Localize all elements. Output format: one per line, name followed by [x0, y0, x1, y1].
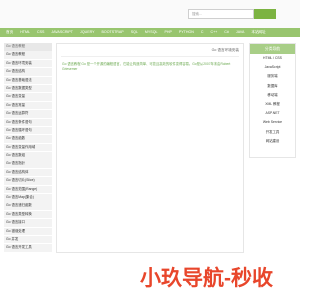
- sidebar-item[interactable]: Go 语言运算符: [4, 110, 52, 118]
- sidebar-item[interactable]: Go 语言教程: [4, 51, 52, 59]
- sidebar-item[interactable]: Go 语言指针: [4, 160, 52, 168]
- sidebar-item[interactable]: Go 语言数据类型: [4, 84, 52, 93]
- nav-item[interactable]: JAVA: [236, 28, 244, 37]
- article-text: Go 语言教程 Go 是一个开源的编程语言，它能让构造简单、可靠且高效的软件变得…: [62, 62, 231, 71]
- page-title: Go 语言环境安装: [211, 48, 239, 52]
- sidebar-item[interactable]: Go 语言环境安装: [4, 59, 52, 68]
- sidebar-item[interactable]: Go 错误处理: [4, 227, 52, 236]
- nav-item[interactable]: JAVASCRIPT: [51, 28, 73, 37]
- sidebar-item[interactable]: Go 语言类型转换: [4, 210, 52, 219]
- category-item[interactable]: HTML / CSS: [250, 54, 295, 63]
- sidebar-item[interactable]: Go 语言范围(Range): [4, 185, 52, 194]
- sidebar-item[interactable]: Go 语言递归函数: [4, 202, 52, 210]
- nav-item[interactable]: PYTHON: [179, 28, 194, 37]
- search-button[interactable]: [254, 9, 276, 19]
- sidebar-item[interactable]: Go 语言结构体: [4, 168, 52, 177]
- category-nav: 分类导航 HTML / CSS JavaScript 服务端 数据库 移动端 XML 教程…: [249, 43, 296, 158]
- search-input[interactable]: 搜索...: [188, 9, 254, 19]
- nav-item[interactable]: JQUERY: [80, 28, 95, 37]
- category-item[interactable]: 开发工具: [250, 128, 295, 137]
- divider: [61, 56, 239, 57]
- category-heading: 分类导航: [250, 44, 295, 54]
- sidebar-item[interactable]: Go 语言开发工具: [4, 244, 52, 252]
- category-item[interactable]: 网站建设: [250, 137, 295, 146]
- sidebar-item[interactable]: Go 语言数组: [4, 152, 52, 160]
- category-item[interactable]: Web Service: [250, 118, 295, 127]
- category-item[interactable]: XML 教程: [250, 100, 295, 109]
- main-content: Go 语言环境安装 Go 语言教程 Go 是一个开源的编程语言，它能让构造简单、…: [56, 43, 244, 253]
- nav-item[interactable]: BOOTSTRAP: [102, 28, 124, 37]
- sidebar-item[interactable]: Go 语言变量: [4, 93, 52, 101]
- category-item[interactable]: 服务端: [250, 72, 295, 81]
- sidebar-item[interactable]: Go 语言函数: [4, 135, 52, 143]
- nav-item[interactable]: CSS: [37, 28, 44, 37]
- nav-item[interactable]: C#: [224, 28, 229, 37]
- sidebar-item[interactable]: Go 语言变量作用域: [4, 143, 52, 152]
- sidebar-item[interactable]: Go 语言基础语法: [4, 76, 52, 85]
- sidebar-item[interactable]: Go 语言Map(集合): [4, 194, 52, 202]
- sidebar-item[interactable]: Go 语言条件语句: [4, 118, 52, 127]
- sidebar-item[interactable]: Go 并发: [4, 235, 52, 244]
- nav-item[interactable]: 首页: [6, 28, 13, 37]
- nav-item[interactable]: C++: [210, 28, 217, 37]
- sidebar-item[interactable]: Go 语言常量: [4, 101, 52, 110]
- category-item[interactable]: JavaScript: [250, 63, 295, 72]
- nav-item[interactable]: C: [201, 28, 204, 37]
- main-nav: 首页 HTML CSS JAVASCRIPT JQUERY BOOTSTRAP SQL MYS…: [0, 28, 300, 37]
- nav-item[interactable]: MYSQL: [145, 28, 158, 37]
- sidebar-heading: Go 语言教程: [4, 43, 52, 51]
- sidebar-item[interactable]: Go 语言切片(Slice): [4, 177, 52, 185]
- watermark: 小玖导航-秒收: [140, 267, 273, 290]
- sidebar-item[interactable]: Go 语言循环语句: [4, 126, 52, 135]
- nav-item[interactable]: PHP: [165, 28, 172, 37]
- category-item[interactable]: ASP.NET: [250, 109, 295, 118]
- sidebar: Go 语言教程 Go 语言教程 Go 语言环境安装 Go 语言结构 Go 语言基础语法 G…: [4, 43, 52, 253]
- category-item[interactable]: 数据库: [250, 82, 295, 91]
- category-item[interactable]: 移动端: [250, 91, 295, 100]
- top-header: 搜索...: [0, 0, 300, 28]
- nav-item[interactable]: 本站网址: [251, 28, 265, 37]
- sidebar-item[interactable]: Go 语言结构: [4, 68, 52, 76]
- nav-item[interactable]: HTML: [20, 28, 30, 37]
- nav-item[interactable]: SQL: [131, 28, 138, 37]
- sidebar-item[interactable]: Go 语言接口: [4, 219, 52, 227]
